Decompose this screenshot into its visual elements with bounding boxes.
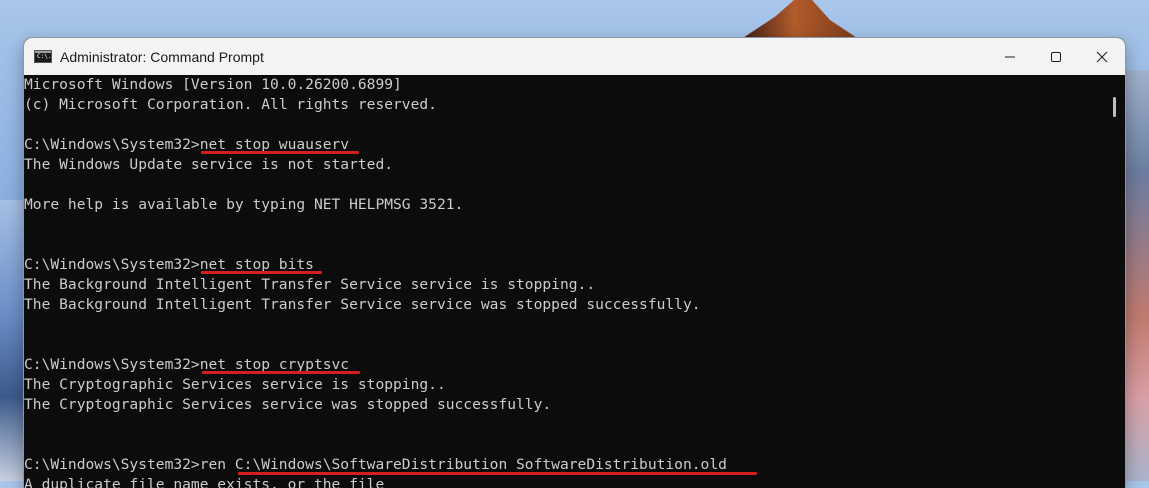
window-title: Administrator: Command Prompt <box>60 48 264 65</box>
cmd-icon: C:\. <box>34 50 52 63</box>
maximize-button[interactable] <box>1033 38 1079 75</box>
console-line: The Cryptographic Services service is st… <box>24 376 446 393</box>
vertical-scrollbar[interactable] <box>1104 75 1125 488</box>
cmd-icon-text: C:\. <box>37 53 52 60</box>
maximize-icon <box>1051 51 1061 62</box>
close-icon <box>1096 51 1108 62</box>
close-button[interactable] <box>1079 38 1125 75</box>
console-line: The Cryptographic Services service was s… <box>24 396 552 413</box>
window-controls <box>987 38 1125 75</box>
console-line: More help is available by typing NET HEL… <box>24 196 464 213</box>
console-line: Microsoft Windows [Version 10.0.26200.68… <box>24 76 402 93</box>
minimize-icon <box>1005 56 1015 57</box>
console-line: The Background Intelligent Transfer Serv… <box>24 276 596 293</box>
console-line: The Windows Update service is not starte… <box>24 156 394 173</box>
console-line: (c) Microsoft Corporation. All rights re… <box>24 96 437 113</box>
highlight-underline-wuauserv <box>201 151 359 154</box>
command-prompt-window[interactable]: C:\. Administrator: Command Prompt Micro… <box>24 38 1125 488</box>
highlight-underline-bits <box>201 271 322 274</box>
highlight-underline-ren <box>238 472 757 475</box>
console-line: A duplicate file name exists, or the fil… <box>24 476 385 488</box>
highlight-underline-cryptsvc <box>202 371 360 374</box>
title-bar[interactable]: C:\. Administrator: Command Prompt <box>24 38 1125 75</box>
console-output[interactable]: Microsoft Windows [Version 10.0.26200.68… <box>24 75 1104 488</box>
console-line: The Background Intelligent Transfer Serv… <box>24 296 701 313</box>
minimize-button[interactable] <box>987 38 1033 75</box>
wallpaper-mountain <box>740 0 860 40</box>
wallpaper-left <box>0 200 24 481</box>
scrollbar-thumb[interactable] <box>1113 97 1116 117</box>
